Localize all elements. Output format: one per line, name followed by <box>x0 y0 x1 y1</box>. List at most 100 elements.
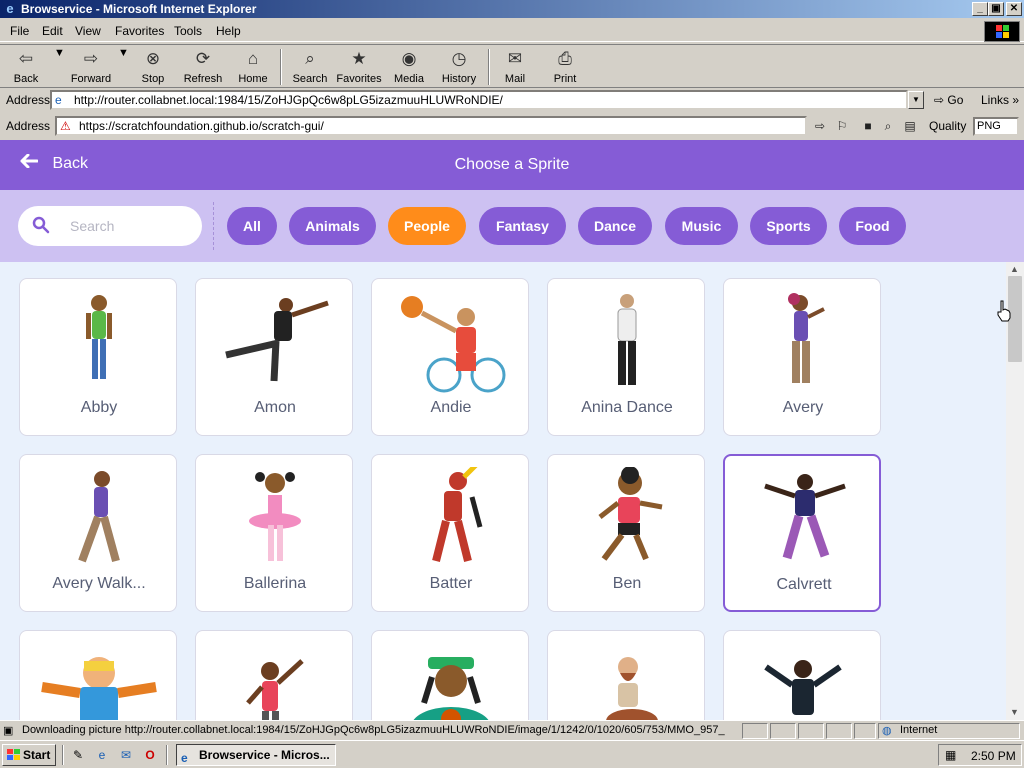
sprite-name: Ben <box>612 575 642 592</box>
address-input[interactable]: e http://router.collabnet.local:1984/15/… <box>50 90 908 110</box>
sprite-card-ben[interactable]: Ben <box>547 454 705 612</box>
quality-label: Quality <box>929 119 967 133</box>
filter-bar: Search All Animals People Fantasy Dance … <box>0 190 1024 262</box>
tag-food[interactable]: Food <box>839 207 906 245</box>
home-button[interactable]: ⌂ Home <box>234 47 272 87</box>
sprite-card-andie[interactable]: Andie <box>371 278 529 436</box>
clipboard-icon[interactable]: ▤ <box>902 118 918 134</box>
forward-button[interactable]: ⇨ Forward <box>66 47 116 87</box>
bookmark-icon[interactable]: ⚐ <box>834 118 850 134</box>
sprite-card-avery[interactable]: Avery <box>723 278 881 436</box>
menu-view[interactable]: View <box>75 24 101 38</box>
stop-button[interactable]: ⊗ Stop <box>134 47 172 87</box>
sprite-thumbnail <box>606 657 658 720</box>
hand-cursor-icon <box>997 300 1011 322</box>
outlook-icon[interactable]: ✉ <box>118 747 134 763</box>
search-icon <box>32 216 50 234</box>
sprite-card-calvrett[interactable]: Calvrett <box>723 454 881 612</box>
window-title: Browservice - Microsoft Internet Explore… <box>21 2 257 16</box>
sprite-thumbnail <box>764 660 842 715</box>
search-placeholder: Search <box>70 218 115 234</box>
scroll-down-icon[interactable]: ▼ <box>1010 707 1019 717</box>
sprite-card-avery-walking[interactable]: Avery Walk... <box>19 454 177 612</box>
stop-label: Stop <box>141 73 165 85</box>
sprite-card[interactable] <box>371 630 529 720</box>
quality-select[interactable]: PNG <box>973 117 1019 136</box>
sprite-card-abby[interactable]: Abby <box>19 278 177 436</box>
back-button[interactable]: ⇦ Back <box>6 47 46 87</box>
inner-address-label: Address <box>6 119 51 133</box>
go-arrow-icon: ⇨ <box>934 93 945 107</box>
tag-dance[interactable]: Dance <box>578 207 652 245</box>
tag-all[interactable]: All <box>227 207 277 245</box>
scroll-up-icon[interactable]: ▲ <box>1010 264 1019 274</box>
find-icon[interactable]: ⌕ <box>880 118 896 134</box>
back-dropdown-icon[interactable]: ▼ <box>54 47 65 87</box>
notepad-icon[interactable]: ✎ <box>70 747 86 763</box>
sprite-card-anina-dance[interactable]: Anina Dance <box>547 278 705 436</box>
mail-button[interactable]: ✉ Mail <box>498 47 532 87</box>
maximize-button[interactable]: ▣ <box>988 2 1004 16</box>
go-arrow-icon[interactable]: ⇨ <box>812 118 828 134</box>
sprite-thumbnail <box>401 296 506 393</box>
sprite-thumbnail <box>78 471 120 563</box>
status-pane <box>826 723 852 739</box>
clock[interactable]: 2:50 PM <box>971 749 1016 763</box>
opera-icon[interactable]: O <box>142 747 158 763</box>
sprite-card-amon[interactable]: Amon <box>195 278 353 436</box>
taskbar-window-browservice[interactable]: e Browservice - Micros... <box>176 744 336 766</box>
windows-flag-icon <box>7 749 20 760</box>
status-text: Downloading picture http://router.collab… <box>22 724 725 736</box>
links-button[interactable]: Links » <box>981 91 1019 109</box>
close-button[interactable]: ✕ <box>1006 2 1022 16</box>
menu-favorites[interactable]: Favorites <box>115 24 164 38</box>
ie-icon: e <box>181 751 188 765</box>
toolbar-divider <box>488 49 490 85</box>
sprite-card[interactable] <box>547 630 705 720</box>
network-icon[interactable]: ▦ <box>945 748 956 762</box>
ie-quicklaunch-icon[interactable]: e <box>94 747 110 763</box>
stop-icon[interactable]: ■ <box>860 118 876 134</box>
toolbar-divider <box>280 49 282 85</box>
search-button[interactable]: ⌕ Search <box>288 47 332 87</box>
favorites-button[interactable]: ★ Favorites <box>334 47 384 87</box>
search-globe-icon: ⌕ <box>305 49 315 68</box>
media-icon: ◉ <box>401 49 417 68</box>
tag-sports[interactable]: Sports <box>750 207 827 245</box>
address-bar: Address e http://router.collabnet.local:… <box>0 88 1024 112</box>
menu-edit[interactable]: Edit <box>42 24 63 38</box>
vertical-scrollbar[interactable]: ▲ ▼ <box>1006 262 1024 720</box>
refresh-button[interactable]: ⟳ Refresh <box>180 47 226 87</box>
tag-people[interactable]: People <box>388 207 466 245</box>
forward-label: Forward <box>70 73 112 85</box>
sprite-card-ballerina[interactable]: Ballerina <box>195 454 353 612</box>
menu-tools[interactable]: Tools <box>174 24 202 38</box>
sprite-card[interactable] <box>723 630 881 720</box>
status-pane <box>854 723 876 739</box>
sprite-thumbnail <box>225 298 329 382</box>
print-button[interactable]: ⎙ Print <box>548 47 582 87</box>
back-label: Back <box>13 73 39 85</box>
sprite-thumbnail <box>788 293 825 383</box>
go-button[interactable]: ⇨ Go <box>934 91 963 109</box>
search-input[interactable]: Search <box>18 206 202 246</box>
search-label: Search <box>292 73 328 85</box>
tag-music[interactable]: Music <box>665 207 738 245</box>
forward-dropdown-icon[interactable]: ▼ <box>118 47 129 87</box>
sprite-library: Back Choose a Sprite Search All Animals … <box>0 140 1024 720</box>
minimize-button[interactable]: _ <box>972 2 988 16</box>
sprite-card[interactable] <box>195 630 353 720</box>
menu-file[interactable]: File <box>10 24 29 38</box>
tag-animals[interactable]: Animals <box>289 207 376 245</box>
tag-fantasy[interactable]: Fantasy <box>479 207 566 245</box>
sprite-thumbnail <box>764 474 846 560</box>
sprite-card-batter[interactable]: Batter <box>371 454 529 612</box>
start-button[interactable]: Start <box>2 744 56 766</box>
forward-arrow-icon: ⇨ <box>83 49 99 68</box>
inner-address-input[interactable]: ⚠ https://scratchfoundation.github.io/sc… <box>55 116 807 136</box>
sprite-card[interactable] <box>19 630 177 720</box>
address-dropdown-icon[interactable]: ▼ <box>908 91 924 109</box>
media-button[interactable]: ◉ Media <box>390 47 428 87</box>
menu-help[interactable]: Help <box>216 24 241 38</box>
history-button[interactable]: ◷ History <box>438 47 480 87</box>
